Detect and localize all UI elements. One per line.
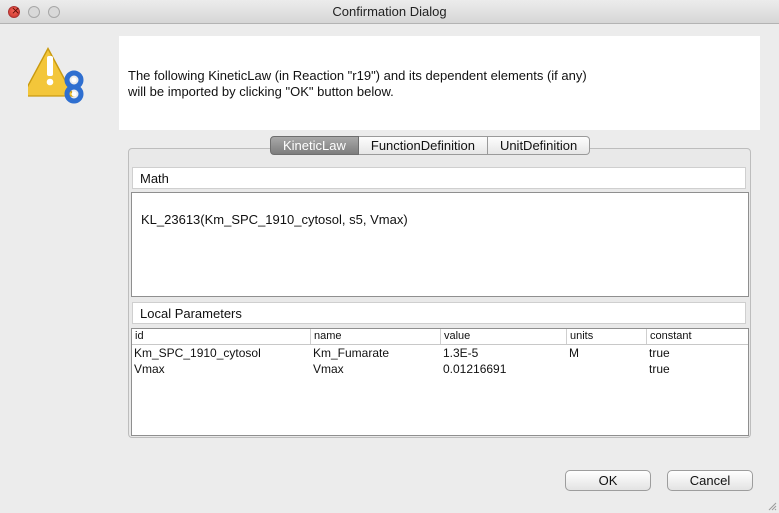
column-header-value[interactable]: value	[441, 329, 567, 344]
window-title: Confirmation Dialog	[332, 4, 447, 19]
column-header-name[interactable]: name	[311, 329, 441, 344]
cell-constant: true	[649, 362, 670, 376]
tab-kineticlaw[interactable]: KineticLaw	[270, 136, 359, 155]
warning-icon	[28, 46, 84, 104]
tab-bar: KineticLaw FunctionDefinition UnitDefini…	[270, 136, 591, 156]
local-parameters-label: Local Parameters	[132, 302, 746, 324]
table-row[interactable]: Km_SPC_1910_cytosol Km_Fumarate 1.3E-5 M…	[132, 345, 748, 361]
confirmation-message: The following KineticLaw (in Reaction "r…	[128, 68, 748, 100]
math-text-area[interactable]: KL_23613(Km_SPC_1910_cytosol, s5, Vmax)	[131, 192, 749, 297]
column-header-units[interactable]: units	[567, 329, 647, 344]
column-header-constant[interactable]: constant	[647, 329, 748, 344]
message-line-2: will be imported by clicking "OK" button…	[128, 84, 394, 99]
cell-id: Vmax	[134, 362, 165, 376]
title-bar: Confirmation Dialog	[0, 0, 779, 24]
cell-id: Km_SPC_1910_cytosol	[134, 346, 261, 360]
cell-constant: true	[649, 346, 670, 360]
cell-units	[568, 361, 649, 377]
column-header-id[interactable]: id	[132, 329, 311, 344]
tab-functiondefinition[interactable]: FunctionDefinition	[358, 136, 488, 155]
math-expression: KL_23613(Km_SPC_1910_cytosol, s5, Vmax)	[141, 212, 408, 227]
local-parameters-table[interactable]: id name value units constant Km_SPC_1910…	[131, 328, 749, 436]
cell-name: Km_Fumarate	[313, 346, 390, 360]
message-line-1: The following KineticLaw (in Reaction "r…	[128, 68, 587, 83]
tab-unitdefinition[interactable]: UnitDefinition	[487, 136, 591, 155]
table-row[interactable]: Vmax Vmax 0.01216691 true	[132, 361, 748, 377]
math-section-label: Math	[132, 167, 746, 189]
cell-value: 1.3E-5	[443, 346, 479, 360]
cell-name: Vmax	[313, 362, 344, 376]
message-panel: The following KineticLaw (in Reaction "r…	[119, 36, 760, 130]
table-header: id name value units constant	[132, 329, 748, 345]
cell-value: 0.01216691	[443, 362, 507, 376]
ok-button[interactable]: OK	[565, 470, 651, 491]
cell-units: M	[569, 346, 579, 360]
resize-grip-icon[interactable]	[767, 501, 777, 511]
cancel-button[interactable]: Cancel	[667, 470, 753, 491]
